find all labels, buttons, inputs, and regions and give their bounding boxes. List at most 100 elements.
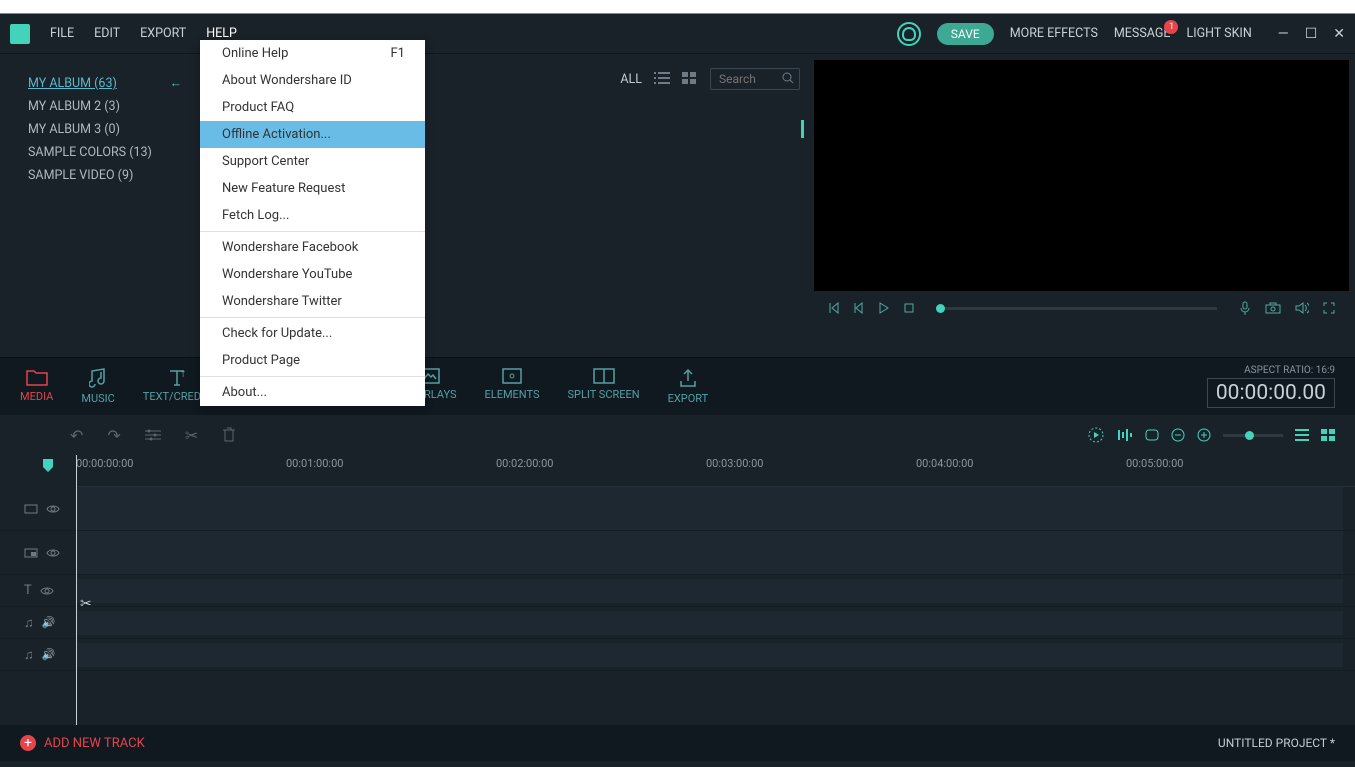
- playback-progress[interactable]: [936, 307, 1217, 310]
- message-label: MESSAGE: [1114, 26, 1171, 41]
- view-grid-icon[interactable]: [1321, 429, 1335, 441]
- help-menu-item[interactable]: Wondershare YouTube: [200, 261, 425, 288]
- tab-media[interactable]: MEDIA: [20, 368, 53, 405]
- grid-view-icon[interactable]: [682, 72, 698, 86]
- help-menu-item[interactable]: Product Page: [200, 347, 425, 374]
- maximize-icon[interactable]: ☐: [1305, 26, 1318, 42]
- svg-text:T: T: [181, 371, 186, 379]
- audio-track-1[interactable]: ♫🔊: [0, 607, 1355, 639]
- aspect-ratio: ASPECT RATIO: 16:9: [1207, 365, 1335, 376]
- list-view-icon[interactable]: [654, 72, 670, 86]
- album-item[interactable]: SAMPLE COLORS (13): [28, 141, 190, 164]
- help-menu-item[interactable]: About Wondershare ID: [200, 67, 425, 94]
- trash-icon[interactable]: [222, 427, 236, 443]
- message-badge: 1: [1164, 20, 1178, 34]
- help-menu-item[interactable]: Check for Update...: [200, 320, 425, 347]
- filter-all[interactable]: ALL: [620, 72, 642, 87]
- tab-elements[interactable]: ELEMENTS: [485, 368, 540, 405]
- project-name: UNTITLED PROJECT *: [1218, 736, 1335, 750]
- album-item[interactable]: MY ALBUM 2 (3): [28, 95, 190, 118]
- zoom-slider[interactable]: [1223, 434, 1283, 437]
- view-list-icon[interactable]: [1295, 429, 1309, 441]
- tab-label: MEDIA: [20, 390, 53, 403]
- visibility-icon[interactable]: [40, 586, 54, 596]
- ruler-mark: 00:03:00:00: [706, 457, 763, 470]
- playhead[interactable]: [76, 455, 77, 725]
- cut-icon[interactable]: ✂: [185, 426, 198, 445]
- help-menu-item[interactable]: Wondershare Facebook: [200, 234, 425, 261]
- help-menu-item[interactable]: Product FAQ: [200, 94, 425, 121]
- audio-mixer-icon[interactable]: [1117, 428, 1133, 442]
- back-arrow-icon[interactable]: ←: [170, 76, 183, 91]
- fullscreen-icon[interactable]: [1323, 302, 1335, 314]
- menu-edit[interactable]: EDIT: [94, 22, 120, 45]
- ruler-mark: 00:04:00:00: [916, 457, 973, 470]
- help-menu-item[interactable]: About...: [200, 379, 425, 406]
- tab-splitscreen[interactable]: SPLIT SCREEN: [568, 368, 640, 405]
- ruler-mark: 00:05:00:00: [1126, 457, 1183, 470]
- export-icon: [679, 368, 697, 388]
- pip-track-icon: [24, 546, 38, 560]
- menu-file[interactable]: FILE: [50, 22, 74, 45]
- crop-icon[interactable]: [1145, 429, 1159, 441]
- message-link[interactable]: MESSAGE1: [1114, 26, 1171, 41]
- mic-icon[interactable]: [1239, 301, 1251, 315]
- prev-frame-icon[interactable]: [828, 302, 840, 314]
- tab-label: MUSIC: [81, 392, 114, 405]
- help-menu-item[interactable]: Fetch Log...: [200, 202, 425, 229]
- tab-label: SPLIT SCREEN: [568, 388, 640, 401]
- tab-export[interactable]: EXPORT: [668, 368, 709, 405]
- user-icon[interactable]: [897, 22, 921, 46]
- visibility-icon[interactable]: [46, 504, 60, 514]
- light-skin-link[interactable]: LIGHT SKIN: [1186, 26, 1251, 41]
- preview: [814, 60, 1349, 325]
- undo-icon[interactable]: ↶: [70, 426, 83, 445]
- close-icon[interactable]: ✕: [1333, 26, 1345, 42]
- help-menu-item[interactable]: Offline Activation...: [200, 121, 425, 148]
- zoom-in-icon[interactable]: [1197, 428, 1211, 442]
- mute-icon[interactable]: 🔊: [42, 648, 56, 661]
- step-back-icon[interactable]: [854, 302, 864, 314]
- bottombar: + ADD NEW TRACK UNTITLED PROJECT *: [0, 725, 1355, 761]
- tab-music[interactable]: MUSIC: [81, 368, 114, 405]
- help-menu-item[interactable]: Wondershare Twitter: [200, 288, 425, 315]
- mute-icon[interactable]: 🔊: [42, 616, 56, 629]
- scroll-marker[interactable]: [801, 120, 804, 138]
- play-icon[interactable]: [878, 302, 890, 314]
- zoom-out-icon[interactable]: [1171, 428, 1185, 442]
- more-effects-link[interactable]: MORE EFFECTS: [1010, 26, 1098, 41]
- text-track[interactable]: T: [0, 575, 1355, 607]
- volume-icon[interactable]: [1295, 302, 1309, 314]
- adjust-icon[interactable]: [145, 429, 161, 441]
- search-icon: [782, 72, 794, 84]
- minimize-icon[interactable]: —: [1278, 26, 1289, 42]
- stop-icon[interactable]: [904, 303, 914, 313]
- album-item[interactable]: MY ALBUM 3 (0): [28, 118, 190, 141]
- playhead-marker-icon[interactable]: [43, 459, 53, 473]
- album-item[interactable]: SAMPLE VIDEO (9): [28, 164, 190, 187]
- tracks: T ♫🔊 ♫🔊: [0, 487, 1355, 671]
- timeline: 00:00:00:0000:01:00:0000:02:00:0000:03:0…: [0, 455, 1355, 725]
- split-icon: [593, 368, 615, 384]
- help-menu-item[interactable]: Online HelpF1: [200, 40, 425, 67]
- help-menu-item[interactable]: Support Center: [200, 148, 425, 175]
- add-track-button[interactable]: + ADD NEW TRACK: [20, 735, 145, 751]
- timecode: 00:00:00.00: [1207, 378, 1335, 408]
- split-marker-icon[interactable]: ✂: [80, 596, 92, 612]
- sidebar: MY ALBUM (63)←MY ALBUM 2 (3)MY ALBUM 3 (…: [0, 54, 200, 357]
- redo-icon[interactable]: ↷: [107, 426, 120, 445]
- search-wrap: [710, 68, 800, 90]
- audio-track-2[interactable]: ♫🔊: [0, 639, 1355, 671]
- render-icon[interactable]: [1087, 426, 1105, 444]
- snapshot-icon[interactable]: [1265, 302, 1281, 314]
- video-track-2[interactable]: [0, 531, 1355, 575]
- video-track-1[interactable]: [0, 487, 1355, 531]
- ruler[interactable]: 00:00:00:0000:01:00:0000:02:00:0000:03:0…: [76, 455, 1355, 487]
- visibility-icon[interactable]: [46, 548, 60, 558]
- album-item[interactable]: MY ALBUM (63)←: [28, 72, 190, 95]
- help-dropdown: Online HelpF1About Wondershare IDProduct…: [200, 40, 425, 406]
- ruler-mark: 00:01:00:00: [286, 457, 343, 470]
- save-button[interactable]: SAVE: [937, 23, 994, 45]
- help-menu-item[interactable]: New Feature Request: [200, 175, 425, 202]
- menu-export[interactable]: EXPORT: [140, 22, 186, 45]
